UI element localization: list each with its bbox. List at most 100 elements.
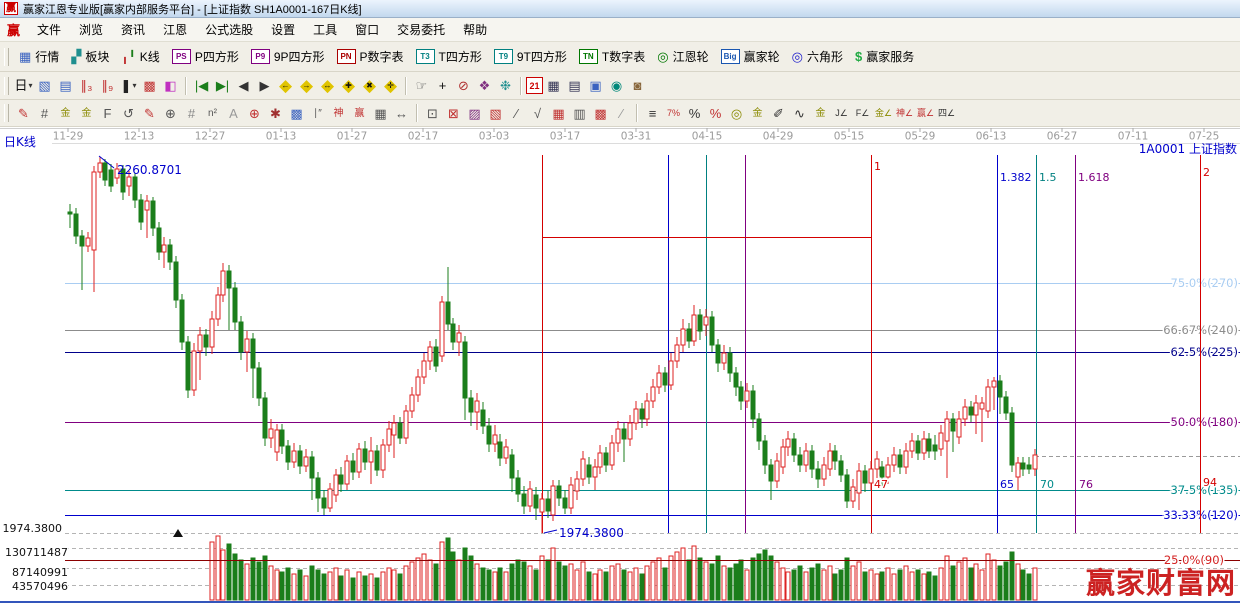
menu-item-3[interactable]: 江恩 [154, 21, 196, 39]
toolbar-button-9p-square[interactable]: P99P四方形 [245, 48, 331, 65]
hash-grid-button[interactable]: # [181, 103, 202, 124]
fan-square-button[interactable]: ▨ [464, 103, 485, 124]
shen-grid-button[interactable]: 神 [328, 103, 349, 124]
pencil-tool-button[interactable]: ✎ [13, 103, 34, 124]
shen-angle-button[interactable]: 神∠ [894, 103, 915, 124]
period-selector-button[interactable]: 日▾ [13, 75, 34, 96]
last-bar-button[interactable]: ▶| [212, 75, 233, 96]
gold-angle-button[interactable]: 金∠ [873, 103, 894, 124]
toolbar-button-hexagon[interactable]: ◎六角形 [786, 48, 849, 65]
chart-3-button[interactable]: ∥₃ [76, 75, 97, 96]
k-mark-button[interactable]: ∣″ [307, 103, 328, 124]
toolbar-button-sectors[interactable]: ▞板块 [65, 48, 115, 65]
box-tool-button[interactable]: ⊡ [422, 103, 443, 124]
percent-red-button[interactable]: % [705, 103, 726, 124]
percent-button[interactable]: % [684, 103, 705, 124]
quote-board-button[interactable]: ▤ [55, 75, 76, 96]
win-angle-button[interactable]: 赢∠ [915, 103, 936, 124]
four-angle-button[interactable]: 四∠ [936, 103, 957, 124]
slash-lines-button[interactable]: ∕ [611, 103, 632, 124]
svg-text:03-31: 03-31 [621, 131, 652, 143]
color-filter-button[interactable]: ◧ [160, 75, 181, 96]
gann-diamond-all[interactable]: ◆✛ [380, 75, 401, 96]
toolbar-button-t-square[interactable]: T3T四方形 [410, 48, 488, 65]
crosshair-tool-button[interactable]: + [432, 75, 453, 96]
toolbar-button-9t-square[interactable]: T99T四方形 [488, 48, 573, 65]
marker-pen-button[interactable]: ✎ [139, 103, 160, 124]
gann-diamond-star[interactable]: ◆✖ [359, 75, 380, 96]
grid-lines-tool-button[interactable]: # [34, 103, 55, 124]
toolbar-button-quotes[interactable]: ▦行情 [13, 48, 65, 65]
prev-bar-button[interactable]: ◀ [233, 75, 254, 96]
n-square-button[interactable]: n² [202, 103, 223, 124]
menu-item-9[interactable]: 帮助 [454, 21, 496, 39]
square-web-button[interactable]: ▩ [286, 103, 307, 124]
web-square-button[interactable]: ▧ [485, 103, 506, 124]
hand-tool-button[interactable]: ☞ [411, 75, 432, 96]
pattern-box-button[interactable]: ▩ [139, 75, 160, 96]
gann-diamond-cross[interactable]: ◆✚ [338, 75, 359, 96]
wave-tool-button[interactable]: ∿ [789, 103, 810, 124]
gann-diamond-hor[interactable]: ◆↔ [317, 75, 338, 96]
gold-grid-2-button[interactable]: 金 [76, 103, 97, 124]
spider-web-button[interactable]: ✱ [265, 103, 286, 124]
gold-circle-button[interactable]: ◎ [726, 103, 747, 124]
check-curve-button[interactable]: √ [527, 103, 548, 124]
web-search-tool-button[interactable]: ◉ [606, 75, 627, 96]
trend-view-button[interactable]: ▧ [34, 75, 55, 96]
red-grid-button[interactable]: ▦ [548, 103, 569, 124]
next-bar-button[interactable]: ▶ [254, 75, 275, 96]
measure-hor-button[interactable]: ↔ [391, 103, 412, 124]
toolbar-button-t-number-table[interactable]: TNT数字表 [573, 48, 651, 65]
target-circle-button[interactable]: ⊕ [244, 103, 265, 124]
notes-tool-button[interactable]: ▤ [564, 75, 585, 96]
toolbar-button-p-square[interactable]: PSP四方形 [166, 48, 245, 65]
toolbar-button-winner-service[interactable]: $赢家服务 [849, 48, 920, 65]
spiral-tool-button[interactable]: ↺ [118, 103, 139, 124]
p-square-icon: PS [172, 49, 191, 64]
ruler-grid-button[interactable]: ▦ [370, 103, 391, 124]
level-scale-button[interactable]: ≡ [642, 103, 663, 124]
angle-a-button[interactable]: A [223, 103, 244, 124]
toolbar-separator [416, 104, 418, 122]
gold-grid-1-button[interactable]: 金 [55, 103, 76, 124]
trend-lines-button[interactable]: ∕ [506, 103, 527, 124]
toolbar-button-winner-wheel[interactable]: Big赢家轮 [715, 48, 786, 65]
bar-grid-button[interactable]: ▥ [569, 103, 590, 124]
dense-grid-button[interactable]: ▩ [590, 103, 611, 124]
menu-item-8[interactable]: 交易委托 [388, 21, 454, 39]
toolbar-button-p-number-table[interactable]: PNP数字表 [331, 48, 410, 65]
menu-item-5[interactable]: 设置 [262, 21, 304, 39]
fan-lines-button[interactable]: ⊠ [443, 103, 464, 124]
menu-item-0[interactable]: 文件 [28, 21, 70, 39]
menu-item-6[interactable]: 工具 [304, 21, 346, 39]
chart-9-button[interactable]: ∥₉ [97, 75, 118, 96]
f-angle-button[interactable]: F∠ [852, 103, 873, 124]
kline-style-button[interactable]: ❚▾ [118, 75, 139, 96]
menu-item-1[interactable]: 浏览 [70, 21, 112, 39]
menu-item-2[interactable]: 资讯 [112, 21, 154, 39]
web-tool-button[interactable]: ❉ [495, 75, 516, 96]
j-angle-button[interactable]: J∠ [831, 103, 852, 124]
toolbar-button-kline[interactable]: ╻╹K线 [115, 48, 165, 65]
menu-item-4[interactable]: 公式选股 [196, 21, 262, 39]
first-bar-button[interactable]: |◀ [191, 75, 212, 96]
browser-tool-button[interactable]: ◙ [627, 75, 648, 96]
gann-diamond-right[interactable]: ◆→ [296, 75, 317, 96]
delete-line-tool-button[interactable]: ⊘ [453, 75, 474, 96]
percent-7-button[interactable]: 7% [663, 103, 684, 124]
calculator-tool-button[interactable]: ▦ [543, 75, 564, 96]
fib-grid-button[interactable]: F [97, 103, 118, 124]
calendar-tool-button[interactable]: 21 [526, 77, 543, 94]
ribbon-tool-button[interactable]: ❖ [474, 75, 495, 96]
toolbar-button-gann-wheel[interactable]: ◎江恩轮 [651, 48, 714, 65]
win-grid-button[interactable]: 赢 [349, 103, 370, 124]
chart-canvas[interactable]: 11-2912-1312-2701-1301-2702-1703-0303-17… [0, 127, 1240, 603]
gold-level-button[interactable]: 金 [747, 103, 768, 124]
save-tool-button[interactable]: ▣ [585, 75, 606, 96]
gann-diamond-left[interactable]: ◆← [275, 75, 296, 96]
gold-underline-button[interactable]: 金 [810, 103, 831, 124]
circle-cross-button[interactable]: ⊕ [160, 103, 181, 124]
note-pen-button[interactable]: ✐ [768, 103, 789, 124]
menu-item-7[interactable]: 窗口 [346, 21, 388, 39]
